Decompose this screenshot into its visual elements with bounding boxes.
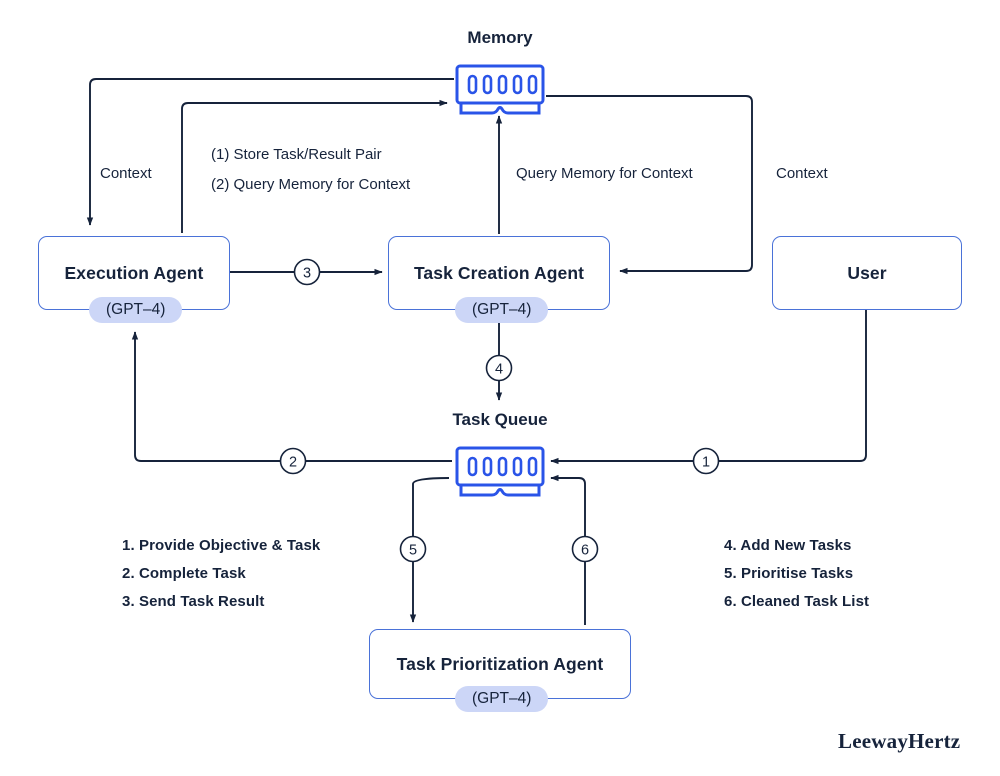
node-task-prioritization-agent-label: Task Prioritization Agent <box>396 653 604 674</box>
node-user-label: User <box>847 262 887 283</box>
badge-6-label: 6 <box>581 542 589 558</box>
legend-right: 4. Add New Tasks 5. Prioritise Tasks 6. … <box>724 537 869 610</box>
legend-left-item-1: 1. Provide Objective & Task <box>122 537 321 554</box>
edge-label-context-right: Context <box>776 165 828 182</box>
badge-3: 3 <box>293 258 321 286</box>
edge-label-query-memory-for-context-right: Query Memory for Context <box>516 165 693 182</box>
badge-5: 5 <box>399 535 427 563</box>
legend-right-item-5: 5. Prioritise Tasks <box>724 565 854 582</box>
badge-1: 1 <box>692 447 720 475</box>
execution-agent-model-pill: (GPT–4) <box>89 297 183 324</box>
brand-logo: LeewayHertz <box>838 729 961 753</box>
badge-3-label: 3 <box>303 265 311 281</box>
task-queue-ram-stick-icon <box>454 445 546 498</box>
edge-label-store-task-result-pair: (1) Store Task/Result Pair <box>211 146 382 163</box>
task-creation-agent-model-pill: (GPT–4) <box>455 297 549 324</box>
node-user[interactable]: User <box>772 236 962 310</box>
task-prioritization-agent-model-pill: (GPT–4) <box>455 686 549 713</box>
badge-6: 6 <box>571 535 599 563</box>
node-execution-agent-label: Execution Agent <box>64 262 204 283</box>
legend-right-item-6: 6. Cleaned Task List <box>724 593 870 610</box>
badge-2-label: 2 <box>289 454 297 470</box>
memory-title: Memory <box>467 28 533 47</box>
badge-1-label: 1 <box>702 454 710 470</box>
badge-4-label: 4 <box>495 361 503 377</box>
diagram-canvas: 3 4 1 2 5 6 Memory Task Queue Execution … <box>0 0 1000 776</box>
legend-left-item-2: 2. Complete Task <box>122 565 246 582</box>
edge-taskqueue-to-execution <box>131 331 452 462</box>
edge-user-to-taskqueue <box>550 307 867 465</box>
edge-execution-to-memory <box>181 99 448 233</box>
task-queue-title: Task Queue <box>452 410 548 429</box>
badge-4: 4 <box>485 354 513 382</box>
legend-left: 1. Provide Objective & Task 2. Complete … <box>122 537 320 610</box>
legend-left-item-3: 3. Send Task Result <box>122 593 265 610</box>
memory-ram-stick-icon <box>454 63 546 116</box>
badge-5-label: 5 <box>409 542 417 558</box>
legend-right-item-4: 4. Add New Tasks <box>724 537 852 554</box>
edge-label-context-left: Context <box>100 165 152 182</box>
node-task-creation-agent-label: Task Creation Agent <box>413 262 585 283</box>
badge-2: 2 <box>279 447 307 475</box>
edge-label-query-memory-for-context: (2) Query Memory for Context <box>211 176 411 193</box>
